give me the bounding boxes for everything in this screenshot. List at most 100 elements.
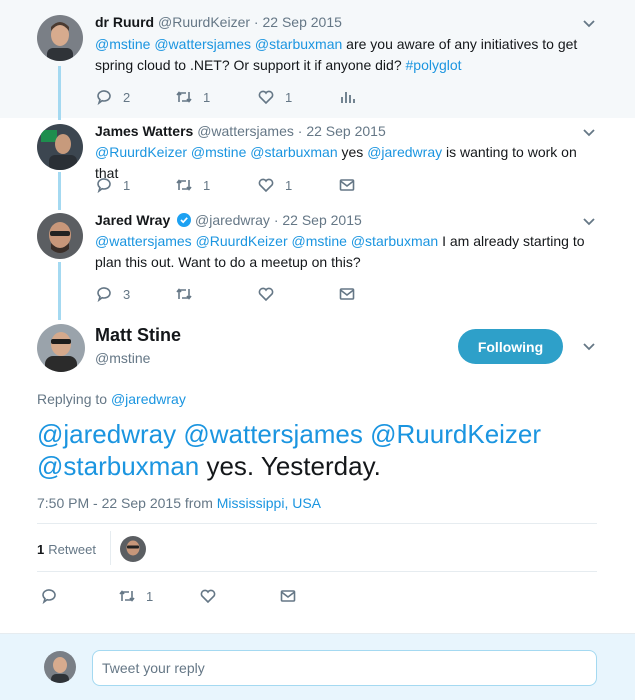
tweet-header: dr Ruurd @RuurdKeizer · 22 Sep 2015 [95,14,342,30]
message-action[interactable] [279,586,307,606]
retweet-icon [176,179,192,191]
analytics-icon [341,92,355,103]
heart-icon [258,178,274,193]
retweeter-avatar[interactable] [120,536,146,562]
mention-link[interactable]: @mstine [191,144,246,160]
author-name[interactable]: James Watters [95,123,193,139]
chevron-down-icon[interactable] [581,214,597,230]
mention-link[interactable]: @wattersjames [95,233,192,249]
author-handle[interactable]: @RuurdKeizer [158,14,250,30]
retweet-action[interactable]: 1 [175,87,210,107]
mention-link[interactable]: @starbuxman [351,233,438,249]
mention-link[interactable]: @RuurdKeizer [196,233,288,249]
message-action[interactable] [338,175,366,195]
mention-link[interactable]: @starbuxman [37,451,199,481]
retweet-count: 1 [203,89,211,105]
mention-link[interactable]: @wattersjames [154,36,251,52]
mention-link[interactable]: @wattersjames [183,419,363,449]
tweet-header: James Watters @wattersjames · 22 Sep 201… [95,123,386,139]
tweet-date[interactable]: 22 Sep 2015 [306,123,385,139]
like-action[interactable] [257,284,285,304]
mention-link[interactable]: @jaredwray [37,419,176,449]
thread-tweet-watters[interactable]: James Watters @wattersjames · 22 Sep 201… [0,118,635,208]
reply-input[interactable] [92,650,597,686]
reply-icon [97,178,111,194]
replying-to: Replying to @jaredwray [37,391,186,407]
avatar[interactable] [37,213,83,259]
author-name[interactable]: dr Ruurd [95,14,154,30]
text-segment: spring cloud to .NET? Or support it if a… [95,57,406,73]
retweet-stat-label: Retweet [48,541,96,557]
mention-link[interactable]: @mstine [292,233,347,249]
like-count: 1 [285,177,293,193]
chevron-down-icon[interactable] [581,16,597,32]
text-segment: I am already starting to [438,233,585,249]
hashtag-link[interactable]: #polyglot [406,57,462,73]
like-action[interactable]: 1 [257,87,292,107]
reply-icon [97,90,111,106]
text-segment: are you aware of any initiatives to get [342,36,578,52]
separator-dot: · [297,123,303,139]
location-link[interactable]: Mississippi, USA [217,495,321,511]
retweet-stats[interactable]: 1 Retweet [37,537,96,561]
mention-link[interactable]: @RuurdKeizer [370,419,541,449]
mention-link[interactable]: @mstine [95,36,150,52]
chevron-down-icon[interactable] [581,125,597,141]
separator-dot: · [273,212,279,228]
retweet-action[interactable]: 1 [175,175,210,195]
main-tweet-text: @jaredwray @wattersjames @RuurdKeizer @s… [37,418,607,482]
reply-icon [42,589,56,605]
author-name[interactable]: Jared Wray [95,212,170,228]
retweet-icon [119,590,135,602]
tweet-header: Jared Wray @jaredwray · 22 Sep 2015 [95,212,362,228]
following-button[interactable]: Following [458,329,563,364]
reply-count: 1 [123,177,131,193]
tweet-actions: 2 1 1 [95,87,615,107]
reply-icon [97,287,111,303]
reply-count: 3 [123,286,131,302]
avatar[interactable] [37,124,83,170]
tweet-date[interactable]: 22 Sep 2015 [282,212,361,228]
replying-to-link[interactable]: @jaredwray [111,391,186,407]
retweet-action[interactable] [175,284,203,304]
mention-link[interactable]: @starbuxman [250,144,337,160]
reply-action[interactable]: 1 [95,175,130,195]
avatar[interactable] [37,15,83,61]
current-user-avatar [44,651,76,683]
mention-link[interactable]: @jaredwray [367,144,442,160]
main-author-handle[interactable]: @mstine [95,350,150,366]
text-segment: plan this out. Want to do a meetup on th… [95,254,361,270]
reply-count: 2 [123,89,131,105]
reply-action[interactable] [40,586,68,606]
tweet-date[interactable]: 22 Sep 2015 [262,14,341,30]
like-action[interactable]: 1 [257,175,292,195]
divider [37,523,597,524]
envelope-icon [280,590,296,602]
author-handle[interactable]: @wattersjames [197,123,294,139]
analytics-action[interactable] [338,87,366,107]
mention-link[interactable]: @starbuxman [255,36,342,52]
timestamp[interactable]: 7:50 PM - 22 Sep 2015 from [37,495,213,511]
divider [37,571,597,572]
tweet-actions: 3 [95,284,615,304]
envelope-icon [339,288,355,300]
retweet-stat-count: 1 [37,541,45,557]
retweet-icon [176,91,192,103]
thread-tweet-ruurd[interactable]: dr Ruurd @RuurdKeizer · 22 Sep 2015 @mst… [0,0,635,118]
like-count: 1 [285,89,293,105]
main-avatar[interactable] [37,324,85,372]
mention-link[interactable]: @RuurdKeizer [95,144,187,160]
like-action[interactable] [199,586,227,606]
reply-action[interactable]: 2 [95,87,130,107]
tweet-text: @wattersjames @RuurdKeizer @mstine @star… [95,231,600,273]
message-action[interactable] [338,284,366,304]
separator-dot: · [253,14,259,30]
author-handle[interactable]: @jaredwray [195,212,270,228]
thread-tweet-wray[interactable]: Jared Wray @jaredwray · 22 Sep 2015 @wat… [0,208,635,318]
reply-action[interactable]: 3 [95,284,130,304]
retweet-icon [176,288,192,300]
divider [110,531,111,565]
main-author-name[interactable]: Matt Stine [95,325,181,346]
retweet-action[interactable]: 1 [118,586,153,606]
chevron-down-icon[interactable] [581,339,597,355]
